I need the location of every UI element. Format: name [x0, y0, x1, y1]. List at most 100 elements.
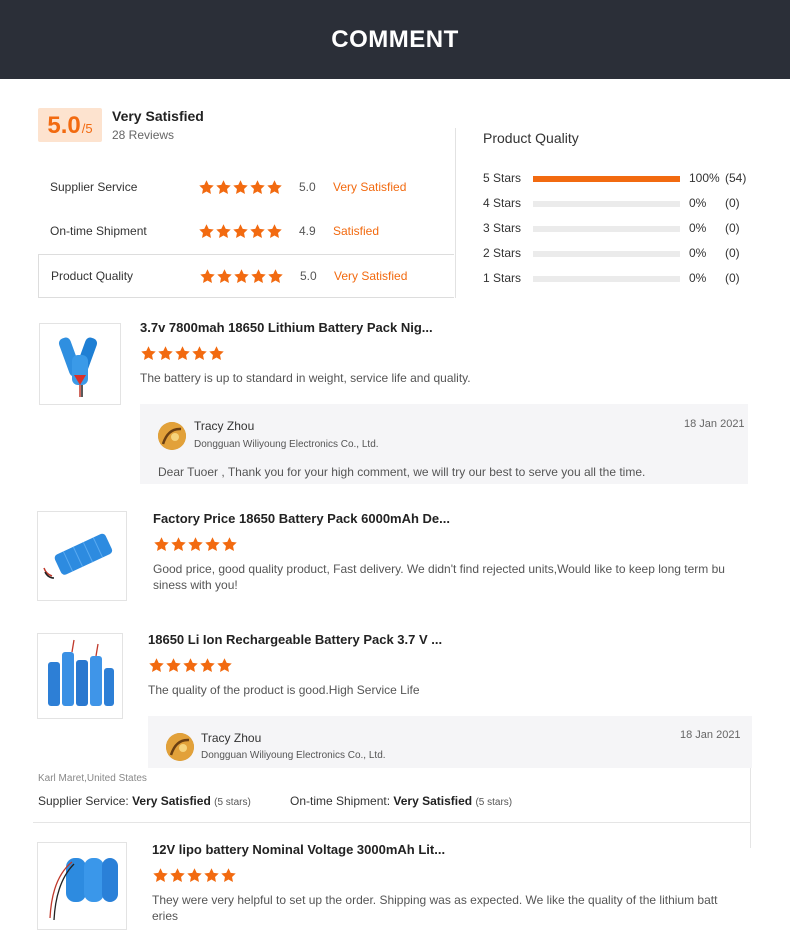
reply-company: Dongguan Wiliyoung Electronics Co., Ltd. — [194, 439, 379, 450]
avatar-icon — [158, 422, 186, 450]
star-icon — [153, 536, 170, 553]
rating-bar-label: 4 Stars — [483, 196, 522, 210]
reply-company: Dongguan Wiliyoung Electronics Co., Ltd. — [201, 750, 386, 761]
buyer-name: Karl Maret,United States — [38, 773, 147, 784]
buyer-shipment-label: On-time Shipment: — [290, 794, 391, 808]
star-icon — [215, 179, 232, 196]
buyer-shipment-stars: (5 stars) — [475, 797, 513, 808]
buyer-supplier-value: Very Satisfied — [132, 794, 211, 808]
star-icon — [216, 268, 233, 285]
rating-bar-row[interactable]: 3 Stars 0% (0) — [483, 221, 763, 237]
review-text: They were very helpful to set up the ord… — [152, 892, 717, 924]
review-text: Good price, good quality product, Fast d… — [153, 561, 725, 593]
review-text-line: siness with you! — [153, 578, 238, 592]
product-quality-title: Product Quality — [483, 130, 579, 146]
rating-bar-track — [533, 251, 680, 257]
rating-bar-row[interactable]: 1 Stars 0% (0) — [483, 271, 763, 287]
review-text: The battery is up to standard in weight,… — [140, 371, 471, 385]
product-thumbnail[interactable] — [37, 842, 127, 930]
metric-label: On-time Shipment — [50, 224, 147, 238]
rating-bar-track — [533, 176, 680, 182]
reply-date: 18 Jan 2021 — [680, 729, 741, 741]
review-stars — [140, 345, 225, 362]
star-icon — [203, 867, 220, 884]
summary-divider — [455, 128, 456, 298]
star-icon — [169, 867, 186, 884]
buyer-supplier-stars: (5 stars) — [214, 797, 251, 808]
metric-score: 5.0 — [300, 269, 317, 283]
star-icon — [266, 179, 283, 196]
rating-bar-count: (54) — [725, 171, 747, 185]
rating-bar-count: (0) — [725, 221, 740, 235]
battery-pack-image — [58, 337, 98, 397]
buyer-supplier-service: Supplier Service: Very Satisfied (5 star… — [38, 794, 251, 808]
metric-label: Supplier Service — [50, 180, 138, 194]
rating-bar-row[interactable]: 2 Stars 0% (0) — [483, 246, 763, 262]
supplier-reply: Tracy Zhou Dongguan Wiliyoung Electronic… — [140, 404, 748, 484]
supplier-reply: Tracy Zhou Dongguan Wiliyoung Electronic… — [148, 716, 752, 768]
review-product-title[interactable]: 12V lipo battery Nominal Voltage 3000mAh… — [152, 842, 445, 857]
star-icon — [267, 268, 284, 285]
star-icon — [204, 536, 221, 553]
rating-bar-fill — [533, 176, 680, 182]
review-text-line: Good price, good quality product, Fast d… — [153, 562, 725, 576]
reply-author-name: Tracy Zhou — [194, 419, 255, 433]
product-thumbnail[interactable] — [37, 633, 123, 719]
metric-product-quality[interactable]: Product Quality 5.0 Very Satisfied — [38, 254, 454, 298]
rating-bar-row[interactable]: 5 Stars 100% (54) — [483, 171, 763, 187]
review-count: 28 Reviews — [112, 128, 175, 142]
buyer-shipment: On-time Shipment: Very Satisfied (5 star… — [290, 794, 512, 808]
star-icon — [165, 657, 182, 674]
review-product-title[interactable]: Factory Price 18650 Battery Pack 6000mAh… — [153, 511, 450, 526]
star-icon — [140, 345, 157, 362]
overall-score-badge: 5.0 /5 — [38, 108, 102, 142]
overall-rating-text: Very Satisfied — [112, 108, 204, 124]
star-icon — [249, 179, 266, 196]
metric-rating-text: Very Satisfied — [333, 180, 407, 194]
product-thumbnail[interactable] — [39, 323, 121, 405]
star-icon — [186, 867, 203, 884]
metric-rating-text: Satisfied — [333, 224, 380, 238]
metric-score: 5.0 — [299, 180, 316, 194]
overall-score: 5.0 — [47, 112, 81, 139]
review-product-title[interactable]: 18650 Li Ion Rechargeable Battery Pack 3… — [148, 632, 442, 647]
star-icon — [191, 345, 208, 362]
star-icon — [199, 268, 216, 285]
star-icon — [170, 536, 187, 553]
metric-rating-text: Very Satisfied — [334, 269, 408, 283]
reply-text: Dear Tuoer , Thank you for your high com… — [158, 465, 646, 479]
reply-date: 18 Jan 2021 — [684, 418, 745, 430]
review-product-title[interactable]: 3.7v 7800mah 18650 Lithium Battery Pack … — [140, 320, 433, 335]
star-icon — [199, 657, 216, 674]
star-icon — [249, 223, 266, 240]
star-icon — [152, 867, 169, 884]
rating-bar-label: 2 Stars — [483, 246, 522, 260]
avatar — [158, 422, 186, 450]
rating-bar-row[interactable]: 4 Stars 0% (0) — [483, 196, 763, 212]
page-header: COMMENT — [0, 0, 790, 79]
rating-bar-percent: 0% — [689, 246, 707, 260]
star-icon — [182, 657, 199, 674]
star-icon — [157, 345, 174, 362]
card-divider — [750, 768, 751, 848]
star-icon — [187, 536, 204, 553]
battery-pack-image — [43, 533, 113, 579]
rating-bar-percent: 100% — [689, 171, 720, 185]
star-icon — [148, 657, 165, 674]
metric-on-time-shipment: On-time Shipment 4.9 Satisfied — [38, 209, 454, 253]
reply-author-name: Tracy Zhou — [201, 731, 262, 745]
metric-stars — [198, 179, 283, 196]
rating-bar-percent: 0% — [689, 221, 707, 235]
rating-bar-count: (0) — [725, 196, 740, 210]
star-icon — [216, 657, 233, 674]
star-icon — [250, 268, 267, 285]
rating-bar-percent: 0% — [689, 271, 707, 285]
star-icon — [232, 179, 249, 196]
buyer-shipment-value: Very Satisfied — [393, 794, 473, 808]
star-icon — [198, 179, 215, 196]
battery-pack-image — [48, 639, 114, 706]
metric-score: 4.9 — [299, 224, 316, 238]
rating-bar-track — [533, 226, 680, 232]
review-stars — [148, 657, 233, 674]
product-thumbnail[interactable] — [37, 511, 127, 601]
